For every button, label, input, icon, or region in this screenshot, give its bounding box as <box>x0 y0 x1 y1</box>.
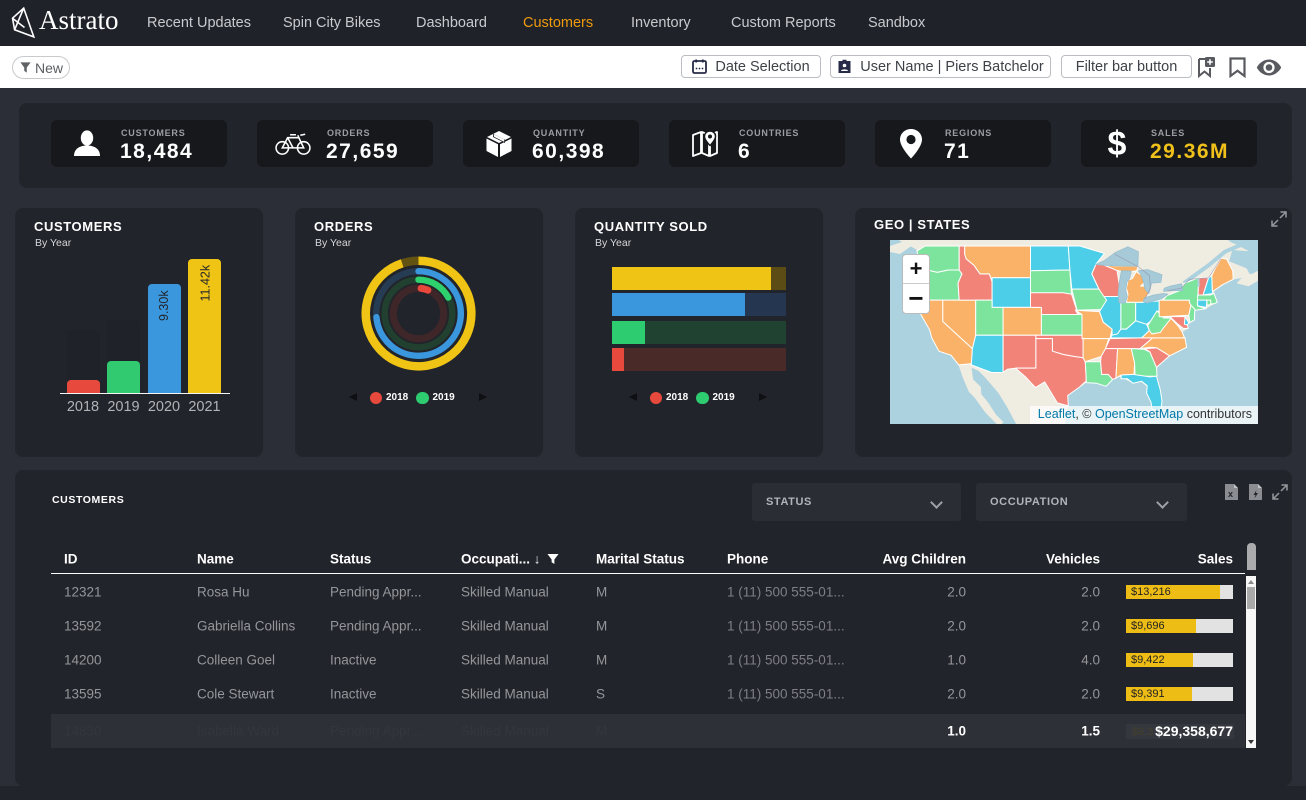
svg-text:x: x <box>1228 489 1233 499</box>
